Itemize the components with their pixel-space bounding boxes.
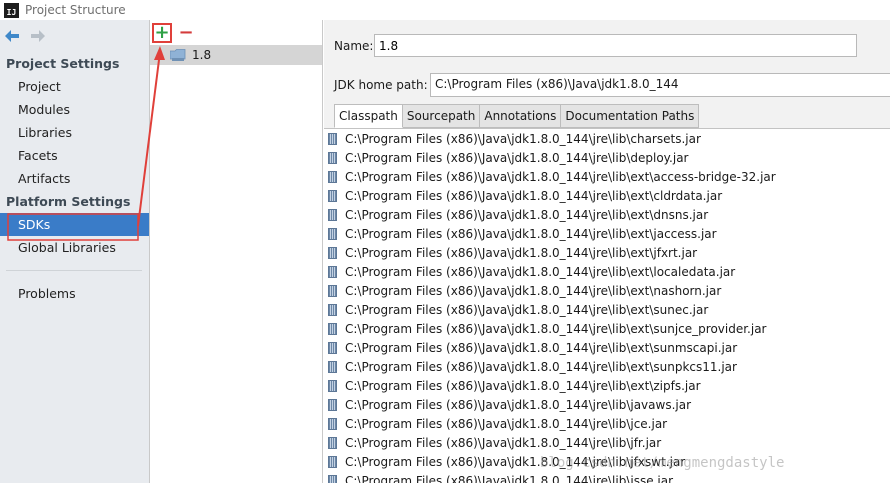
classpath-entry: C:\Program Files (x86)\Java\jdk1.8.0_144… [345,283,722,298]
tab-classpath[interactable]: Classpath [334,104,403,128]
home-path-label: JDK home path: [334,78,428,92]
jar-file-icon [328,151,337,164]
classpath-entry: C:\Program Files (x86)\Java\jdk1.8.0_144… [345,435,662,450]
jar-file-icon [328,170,337,183]
list-item[interactable]: C:\Program Files (x86)\Java\jdk1.8.0_144… [324,414,890,433]
jar-file-icon [328,227,337,240]
sidebar-item-sdks[interactable]: SDKs [0,213,149,236]
list-item[interactable]: C:\Program Files (x86)\Java\jdk1.8.0_144… [324,224,890,243]
jdk-home-path-field[interactable]: C:\Program Files (x86)\Java\jdk1.8.0_144 [430,73,890,97]
classpath-entry: C:\Program Files (x86)\Java\jdk1.8.0_144… [345,340,738,355]
classpath-entry: C:\Program Files (x86)\Java\jdk1.8.0_144… [345,264,736,279]
tab-annotations[interactable]: Annotations [480,104,562,128]
watermark: blog.csdn.net/mengmengdastyle [540,455,785,471]
list-item[interactable]: C:\Program Files (x86)\Java\jdk1.8.0_144… [324,319,890,338]
list-item[interactable]: C:\Program Files (x86)\Java\jdk1.8.0_144… [324,433,890,452]
sidebar-item-facets[interactable]: Facets [0,144,149,167]
classpath-entry: C:\Program Files (x86)\Java\jdk1.8.0_144… [345,473,674,483]
title-bar: IJ Project Structure [0,0,890,20]
sdk-paths-tabs: Classpath Sourcepath Annotations Documen… [334,104,700,128]
tab-documentation-paths[interactable]: Documentation Paths [561,104,700,128]
jar-file-icon [328,360,337,373]
add-sdk-button[interactable]: + [152,22,172,43]
settings-sidebar: Project Settings Project Modules Librari… [0,20,150,483]
platform-settings-header: Platform Settings [6,194,131,209]
tab-sourcepath[interactable]: Sourcepath [402,104,481,128]
folder-icon [169,49,186,61]
list-item[interactable]: C:\Program Files (x86)\Java\jdk1.8.0_144… [324,471,890,483]
name-row: Name: [334,34,857,57]
sidebar-item-artifacts[interactable]: Artifacts [0,167,149,190]
list-item[interactable]: C:\Program Files (x86)\Java\jdk1.8.0_144… [324,300,890,319]
jar-file-icon [328,303,337,316]
jar-file-icon [328,284,337,297]
jar-file-icon [328,379,337,392]
jar-file-icon [328,436,337,449]
sidebar-item-modules[interactable]: Modules [0,98,149,121]
jar-file-icon [328,322,337,335]
sidebar-item-project[interactable]: Project [0,75,149,98]
list-item[interactable]: C:\Program Files (x86)\Java\jdk1.8.0_144… [324,395,890,414]
sdk-details-panel: Name: JDK home path: C:\Program Files (x… [324,20,890,483]
list-item[interactable]: C:\Program Files (x86)\Java\jdk1.8.0_144… [324,186,890,205]
list-item[interactable]: C:\Program Files (x86)\Java\jdk1.8.0_144… [324,129,890,148]
list-item[interactable]: C:\Program Files (x86)\Java\jdk1.8.0_144… [324,243,890,262]
jar-file-icon [328,246,337,259]
classpath-entry: C:\Program Files (x86)\Java\jdk1.8.0_144… [345,226,717,241]
jar-file-icon [328,132,337,145]
list-item[interactable]: C:\Program Files (x86)\Java\jdk1.8.0_144… [324,376,890,395]
sdk-list-item[interactable]: 1.8 [150,45,322,65]
intellij-logo-icon: IJ [4,2,19,18]
sdk-list-toolbar: + − [150,20,322,45]
sdk-name-input[interactable] [374,34,857,57]
list-item[interactable]: C:\Program Files (x86)\Java\jdk1.8.0_144… [324,357,890,376]
classpath-list[interactable]: C:\Program Files (x86)\Java\jdk1.8.0_144… [324,128,890,483]
remove-sdk-button[interactable]: − [176,23,196,43]
classpath-entry: C:\Program Files (x86)\Java\jdk1.8.0_144… [345,416,668,431]
list-item[interactable]: C:\Program Files (x86)\Java\jdk1.8.0_144… [324,148,890,167]
classpath-entry: C:\Program Files (x86)\Java\jdk1.8.0_144… [345,188,723,203]
classpath-entry: C:\Program Files (x86)\Java\jdk1.8.0_144… [345,359,737,374]
classpath-entry: C:\Program Files (x86)\Java\jdk1.8.0_144… [345,150,689,165]
classpath-entry: C:\Program Files (x86)\Java\jdk1.8.0_144… [345,321,767,336]
name-label: Name: [334,38,374,53]
arrow-left-icon[interactable] [4,28,20,44]
list-item[interactable]: C:\Program Files (x86)\Java\jdk1.8.0_144… [324,205,890,224]
jar-file-icon [328,341,337,354]
classpath-entry: C:\Program Files (x86)\Java\jdk1.8.0_144… [345,169,776,184]
list-item[interactable]: C:\Program Files (x86)\Java\jdk1.8.0_144… [324,281,890,300]
classpath-entry: C:\Program Files (x86)\Java\jdk1.8.0_144… [345,302,709,317]
jar-file-icon [328,455,337,468]
list-item[interactable]: C:\Program Files (x86)\Java\jdk1.8.0_144… [324,167,890,186]
sidebar-item-libraries[interactable]: Libraries [0,121,149,144]
jar-file-icon [328,189,337,202]
jar-file-icon [328,474,337,483]
classpath-entry: C:\Program Files (x86)\Java\jdk1.8.0_144… [345,378,701,393]
sidebar-divider [6,270,142,271]
sdk-name: 1.8 [192,48,212,62]
list-item[interactable]: C:\Program Files (x86)\Java\jdk1.8.0_144… [324,338,890,357]
classpath-entry: C:\Program Files (x86)\Java\jdk1.8.0_144… [345,131,701,146]
sidebar-item-global-libraries[interactable]: Global Libraries [0,236,149,259]
project-settings-header: Project Settings [6,56,120,71]
list-item[interactable]: C:\Program Files (x86)\Java\jdk1.8.0_144… [324,262,890,281]
window-title: Project Structure [25,3,126,17]
home-path-row: JDK home path: C:\Program Files (x86)\Ja… [334,73,890,97]
classpath-entry: C:\Program Files (x86)\Java\jdk1.8.0_144… [345,207,709,222]
jar-file-icon [328,417,337,430]
arrow-right-icon[interactable] [30,28,46,44]
jar-file-icon [328,208,337,221]
history-nav [0,20,149,52]
classpath-entry: C:\Program Files (x86)\Java\jdk1.8.0_144… [345,397,692,412]
classpath-entry: C:\Program Files (x86)\Java\jdk1.8.0_144… [345,245,698,260]
sdk-list-panel: + − 1.8 [150,20,323,483]
jar-file-icon [328,398,337,411]
jar-file-icon [328,265,337,278]
sidebar-item-problems[interactable]: Problems [0,282,149,305]
